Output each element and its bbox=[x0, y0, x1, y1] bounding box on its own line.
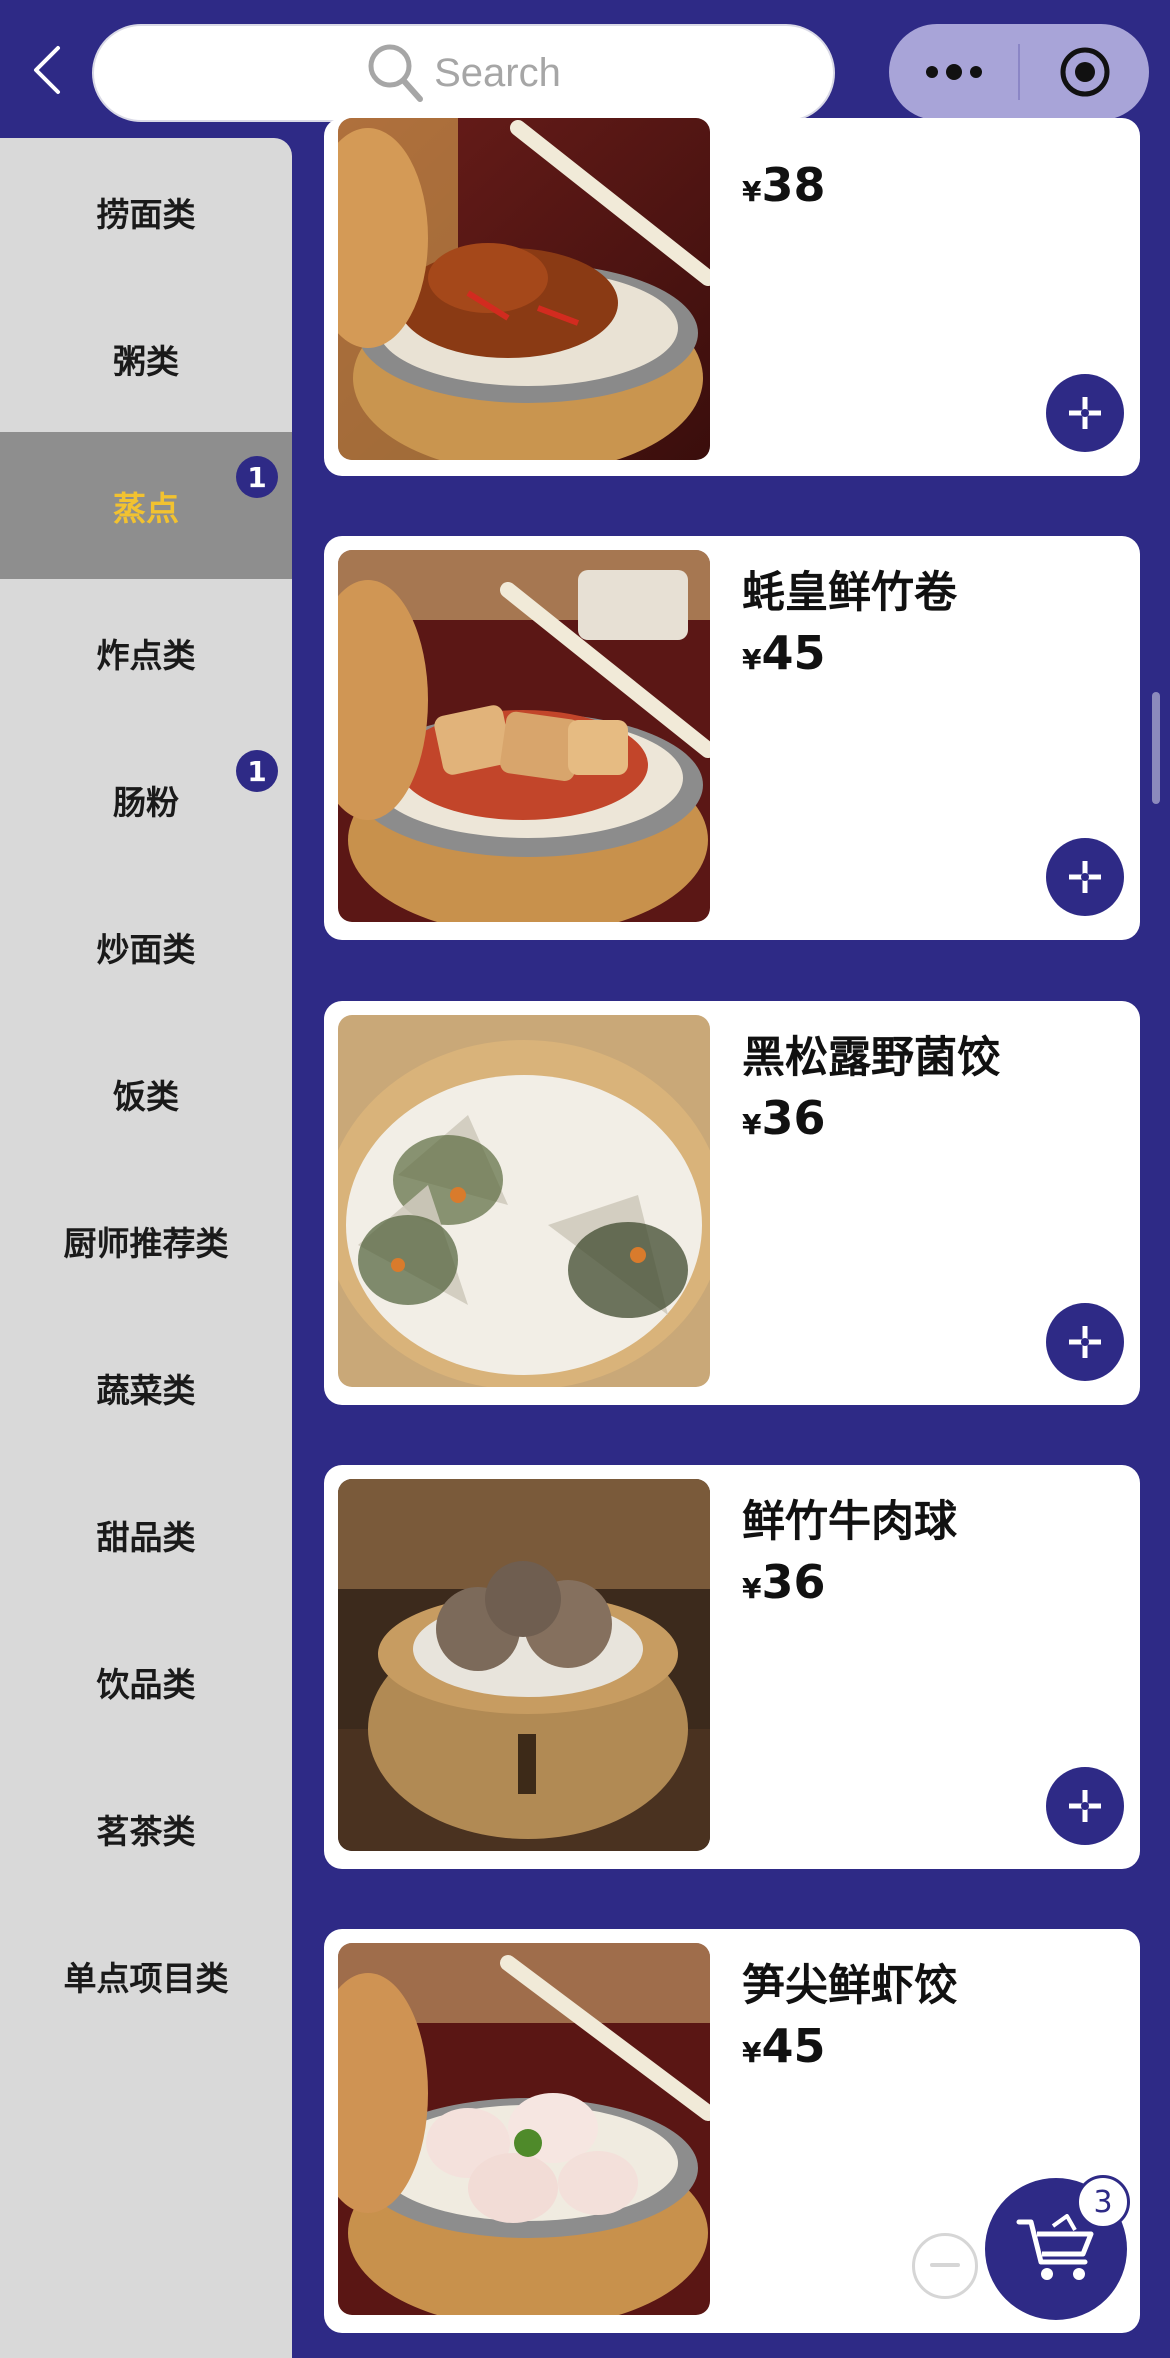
category-label: 茗茶类 bbox=[96, 1811, 196, 1851]
product-card: 蚝皇鲜竹卷 ¥45 bbox=[324, 536, 1140, 940]
category-item[interactable]: 饮品类 bbox=[0, 1608, 292, 1755]
category-label: 粥类 bbox=[113, 341, 179, 381]
price-value: 45 bbox=[761, 2019, 826, 2073]
product-price: ¥36 bbox=[742, 1555, 826, 1609]
product-name: 蚝皇鲜竹卷 bbox=[742, 568, 957, 618]
price-value: 36 bbox=[761, 1555, 826, 1609]
add-to-cart-button[interactable] bbox=[1046, 838, 1124, 916]
category-item[interactable]: 厨师推荐类 bbox=[0, 1167, 292, 1314]
product-price: ¥36 bbox=[742, 1091, 826, 1145]
plus-cross-icon bbox=[1069, 1790, 1101, 1822]
add-to-cart-button[interactable] bbox=[1046, 1303, 1124, 1381]
product-image bbox=[338, 550, 710, 922]
minus-icon bbox=[930, 2263, 960, 2267]
remove-from-cart-button[interactable] bbox=[912, 2233, 978, 2299]
plus-cross-icon bbox=[1069, 861, 1101, 893]
category-label: 单点项目类 bbox=[63, 1958, 229, 1998]
currency-symbol: ¥ bbox=[742, 2036, 762, 2069]
category-label: 饭类 bbox=[113, 1076, 179, 1116]
category-label: 厨师推荐类 bbox=[63, 1223, 229, 1263]
category-label: 甜品类 bbox=[96, 1517, 196, 1557]
target-circle-icon bbox=[1060, 47, 1109, 97]
more-options-button[interactable] bbox=[889, 24, 1018, 120]
category-label: 蒸点 bbox=[113, 488, 179, 528]
category-label: 肠粉 bbox=[113, 782, 179, 822]
search-icon bbox=[368, 44, 424, 102]
category-item[interactable]: 单点项目类 bbox=[0, 1902, 292, 2049]
category-count-badge: 1 bbox=[236, 456, 278, 498]
product-image bbox=[338, 1015, 710, 1387]
cart-count-badge: 3 bbox=[1076, 2175, 1130, 2229]
category-sidebar: 捞面类 粥类 蒸点 1 炸点类 肠粉 1 炒面类 饭类 厨师推荐类 蔬菜类 甜品… bbox=[0, 138, 292, 2358]
scrollbar[interactable] bbox=[1152, 692, 1160, 804]
product-price: ¥45 bbox=[742, 2019, 826, 2073]
close-mini-program-button[interactable] bbox=[1020, 24, 1149, 120]
category-item[interactable]: 炒面类 bbox=[0, 873, 292, 1020]
category-label: 蔬菜类 bbox=[96, 1370, 196, 1410]
plus-cross-icon bbox=[1069, 1326, 1101, 1358]
category-item[interactable]: 蔬菜类 bbox=[0, 1314, 292, 1461]
price-value: 38 bbox=[761, 158, 826, 212]
shopping-cart-icon bbox=[1016, 2214, 1094, 2280]
currency-symbol: ¥ bbox=[742, 1572, 762, 1605]
add-to-cart-button[interactable] bbox=[1046, 1767, 1124, 1845]
chevron-left-icon bbox=[34, 46, 60, 94]
product-card: 黑松露野菌饺 ¥36 bbox=[324, 1001, 1140, 1405]
price-value: 45 bbox=[761, 626, 826, 680]
category-item[interactable]: 甜品类 bbox=[0, 1461, 292, 1608]
product-image bbox=[338, 1479, 710, 1851]
price-value: 36 bbox=[761, 1091, 826, 1145]
product-card: ¥38 bbox=[324, 118, 1140, 476]
category-item[interactable]: 炸点类 bbox=[0, 579, 292, 726]
product-name: 笋尖鲜虾饺 bbox=[742, 1961, 957, 2011]
category-item[interactable]: 饭类 bbox=[0, 1020, 292, 1167]
product-image bbox=[338, 118, 710, 460]
product-price: ¥38 bbox=[742, 158, 826, 212]
category-item-active[interactable]: 蒸点 1 bbox=[0, 432, 292, 579]
product-image bbox=[338, 1943, 710, 2315]
search-input[interactable]: Search bbox=[92, 24, 835, 122]
more-dots-icon bbox=[925, 64, 982, 80]
search-placeholder: Search bbox=[434, 50, 561, 95]
product-card: 鲜竹牛肉球 ¥36 bbox=[324, 1465, 1140, 1869]
plus-cross-icon bbox=[1069, 397, 1101, 429]
category-item[interactable]: 茗茶类 bbox=[0, 1755, 292, 1902]
currency-symbol: ¥ bbox=[742, 175, 762, 208]
product-name: 鲜竹牛肉球 bbox=[742, 1497, 957, 1547]
add-to-cart-button[interactable] bbox=[1046, 374, 1124, 452]
currency-symbol: ¥ bbox=[742, 643, 762, 676]
category-count-badge: 1 bbox=[236, 750, 278, 792]
category-label: 炒面类 bbox=[96, 929, 196, 969]
currency-symbol: ¥ bbox=[742, 1108, 762, 1141]
product-price: ¥45 bbox=[742, 626, 826, 680]
back-button[interactable] bbox=[22, 40, 72, 100]
category-item[interactable]: 捞面类 bbox=[0, 138, 292, 285]
mini-program-capsule bbox=[889, 24, 1149, 120]
category-label: 捞面类 bbox=[96, 194, 196, 234]
category-item[interactable]: 肠粉 1 bbox=[0, 726, 292, 873]
category-item[interactable]: 粥类 bbox=[0, 285, 292, 432]
category-label: 饮品类 bbox=[96, 1664, 196, 1704]
product-name: 黑松露野菌饺 bbox=[742, 1033, 1000, 1083]
category-label: 炸点类 bbox=[96, 635, 196, 675]
